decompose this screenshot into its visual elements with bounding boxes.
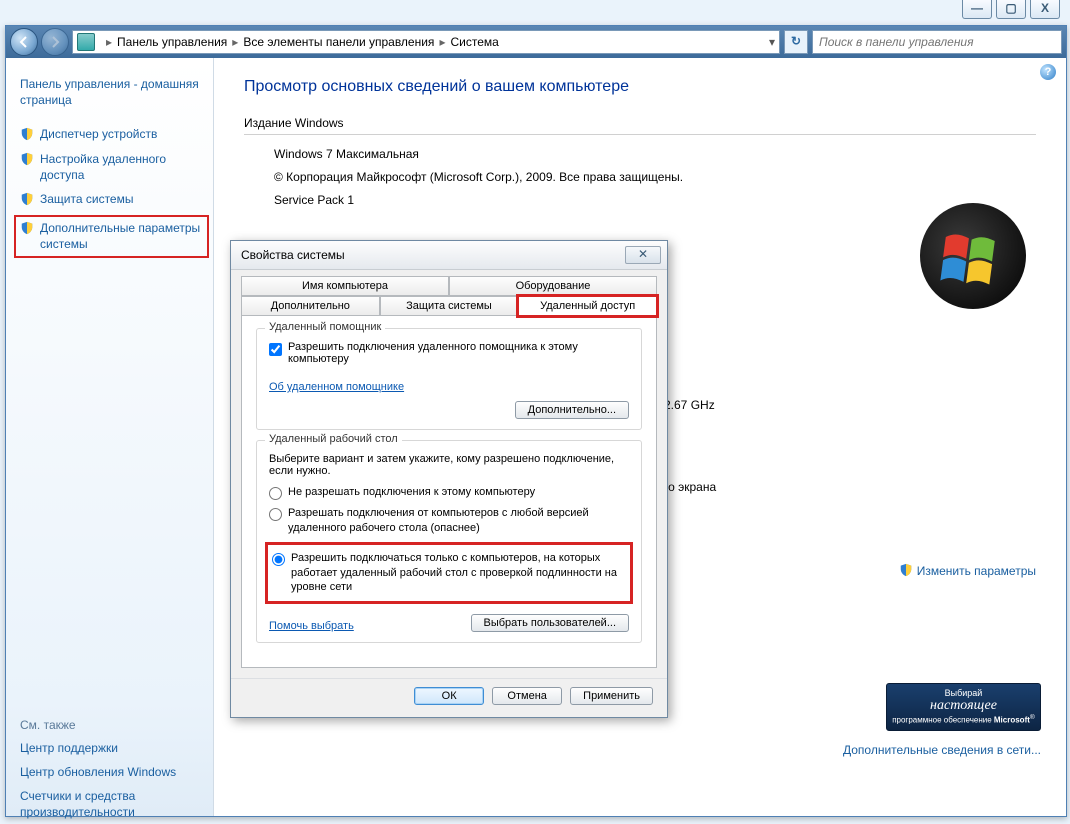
- search-input[interactable]: [817, 34, 1057, 50]
- genuine-microsoft-badge: Выбирай настоящее программное обеспечени…: [886, 683, 1041, 731]
- see-also-windows-update[interactable]: Центр обновления Windows: [20, 764, 203, 780]
- edition-name: Windows 7 Максимальная: [274, 143, 1036, 166]
- about-remote-assistance-link[interactable]: Об удаленном помощнике: [269, 381, 404, 393]
- help-icon[interactable]: ?: [1040, 64, 1056, 80]
- remote-desktop-group: Удаленный рабочий стол Выберите вариант …: [256, 440, 642, 643]
- rd-option-deny-label: Не разрешать подключения к этому компьют…: [288, 485, 535, 500]
- see-also-heading: См. также: [20, 718, 203, 732]
- allow-remote-assistance-label: Разрешить подключения удаленного помощни…: [288, 341, 629, 365]
- remote-desktop-group-title: Удаленный рабочий стол: [265, 433, 402, 445]
- see-also-action-center[interactable]: Центр поддержки: [20, 740, 203, 756]
- change-settings-link[interactable]: Изменить параметры: [917, 564, 1036, 578]
- breadcrumb[interactable]: ▸ Панель управления ▸ Все элементы панел…: [72, 30, 780, 54]
- sidebar: Панель управления - домашняя страница Ди…: [6, 58, 214, 816]
- remote-desktop-hint: Выберите вариант и затем укажите, кому р…: [269, 453, 629, 477]
- dialog-title: Свойства системы: [241, 248, 345, 262]
- maximize-button[interactable]: ▢: [996, 0, 1026, 19]
- copyright-text: © Корпорация Майкрософт (Microsoft Corp.…: [274, 166, 1036, 189]
- cpu-fragment: 2.67 GHz: [664, 398, 715, 412]
- select-users-button[interactable]: Выбрать пользователей...: [471, 614, 630, 632]
- see-also-performance[interactable]: Счетчики и средства производительности: [20, 788, 203, 820]
- remote-assistance-advanced-button[interactable]: Дополнительно...: [515, 401, 629, 419]
- apply-button[interactable]: Применить: [570, 687, 653, 705]
- rd-option-any-version-label: Разрешать подключения от компьютеров с л…: [288, 506, 629, 536]
- minimize-button[interactable]: —: [962, 0, 992, 19]
- cancel-button[interactable]: Отмена: [492, 687, 562, 705]
- breadcrumb-mid[interactable]: Все элементы панели управления: [243, 35, 434, 49]
- more-info-online-link[interactable]: Дополнительные сведения в сети...: [843, 743, 1041, 757]
- windows-logo-icon: [920, 203, 1026, 309]
- sidebar-item-advanced-settings[interactable]: Дополнительные параметры системы: [40, 220, 203, 252]
- rd-option-nla-highlight: Разрешить подключаться только с компьюте…: [265, 542, 633, 605]
- edition-label: Издание Windows: [244, 116, 1036, 130]
- shield-icon: [20, 221, 34, 235]
- tab-remote[interactable]: Удаленный доступ: [518, 296, 657, 316]
- change-settings-link-wrap: Изменить параметры: [899, 563, 1036, 578]
- control-panel-home-link[interactable]: Панель управления - домашняя страница: [20, 76, 203, 108]
- refresh-button[interactable]: ↻: [784, 30, 808, 54]
- forward-button[interactable]: [41, 28, 69, 56]
- control-panel-icon: [77, 33, 95, 51]
- allow-remote-assistance-checkbox[interactable]: [269, 343, 282, 356]
- shield-icon: [20, 152, 34, 166]
- sidebar-item-device-manager[interactable]: Диспетчер устройств: [40, 126, 157, 142]
- sidebar-highlight: Дополнительные параметры системы: [14, 215, 209, 257]
- rd-option-deny[interactable]: [269, 487, 282, 500]
- tab-system-protection[interactable]: Защита системы: [380, 296, 519, 316]
- help-me-choose-link[interactable]: Помочь выбрать: [269, 620, 354, 632]
- shield-icon: [20, 127, 34, 141]
- shield-icon: [20, 192, 34, 206]
- search-box[interactable]: [812, 30, 1062, 54]
- service-pack: Service Pack 1: [274, 189, 1036, 212]
- back-button[interactable]: [10, 28, 38, 56]
- page-title: Просмотр основных сведений о вашем компь…: [244, 78, 1036, 96]
- shield-icon: [899, 563, 913, 577]
- address-bar: ▸ Панель управления ▸ Все элементы панел…: [6, 26, 1066, 58]
- breadcrumb-dropdown-icon[interactable]: ▾: [769, 35, 775, 49]
- sidebar-item-system-protection[interactable]: Защита системы: [40, 191, 133, 207]
- ok-button[interactable]: ОК: [414, 687, 484, 705]
- sidebar-item-remote-settings[interactable]: Настройка удаленного доступа: [40, 151, 203, 183]
- system-properties-dialog: Свойства системы ✕ Имя компьютера Оборуд…: [230, 240, 668, 718]
- tab-computer-name[interactable]: Имя компьютера: [241, 276, 449, 296]
- dialog-close-button[interactable]: ✕: [625, 246, 661, 264]
- rd-option-nla[interactable]: [272, 553, 285, 566]
- breadcrumb-root[interactable]: Панель управления: [117, 35, 227, 49]
- breadcrumb-leaf[interactable]: Система: [450, 35, 498, 49]
- close-button[interactable]: X: [1030, 0, 1060, 19]
- tab-advanced[interactable]: Дополнительно: [241, 296, 380, 316]
- remote-assistance-group: Удаленный помощник Разрешить подключения…: [256, 328, 642, 430]
- outer-window-controls: — ▢ X: [958, 0, 1060, 19]
- screen-fragment: го экрана: [664, 480, 716, 494]
- dialog-titlebar: Свойства системы ✕: [231, 241, 667, 270]
- tab-hardware[interactable]: Оборудование: [449, 276, 657, 296]
- rd-option-nla-label: Разрешить подключаться только с компьюте…: [291, 551, 624, 596]
- remote-assistance-group-title: Удаленный помощник: [265, 321, 385, 333]
- rd-option-any-version[interactable]: [269, 508, 282, 521]
